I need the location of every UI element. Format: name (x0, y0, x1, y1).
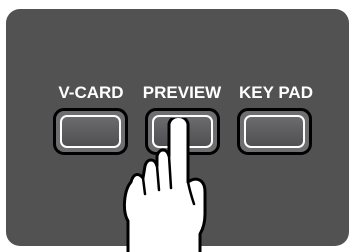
vcard-button[interactable] (53, 108, 128, 155)
vcard-button-face (60, 115, 121, 148)
vcard-label: V-CARD (58, 83, 124, 102)
keypad-button-face (244, 115, 305, 148)
keypad-button[interactable] (237, 108, 312, 155)
pointing-hand-icon (122, 118, 207, 252)
keypad-label: KEY PAD (238, 83, 313, 102)
preview-label: PREVIEW (142, 83, 222, 102)
